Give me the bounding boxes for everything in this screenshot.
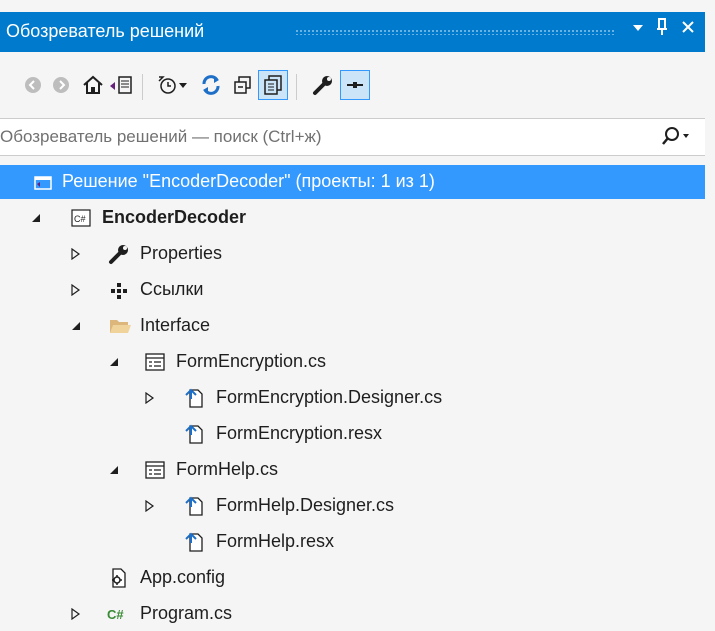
switch-views-icon[interactable]	[106, 70, 136, 100]
tree-item-label: FormHelp.Designer.cs	[216, 495, 395, 515]
tree-item-form-help-designer[interactable]: FormHelp.Designer.cs	[0, 489, 705, 523]
form-icon	[144, 459, 166, 481]
collapse-arrow-icon[interactable]	[30, 211, 42, 229]
tree-item-solution[interactable]: Решение "EncoderDecoder" (проекты: 1 из …	[0, 165, 705, 199]
tree-item-properties[interactable]: Properties	[0, 237, 705, 271]
csharp-file-icon: C#	[106, 603, 128, 625]
tree-item-app-config[interactable]: App.config	[0, 561, 705, 595]
toolbar-separator	[296, 74, 297, 100]
title-grip	[295, 29, 615, 35]
folder-open-icon	[108, 315, 131, 337]
form-icon	[144, 351, 166, 373]
wrench-icon	[108, 243, 130, 265]
search-input[interactable]: Обозреватель решений — поиск (Ctrl+ж)	[0, 127, 322, 147]
tree-item-label: FormEncryption.resx	[216, 423, 383, 443]
resx-file-icon	[184, 531, 206, 553]
expand-arrow-icon[interactable]	[70, 247, 82, 265]
designer-file-icon	[184, 495, 206, 517]
solution-icon	[32, 171, 54, 193]
forward-icon[interactable]	[46, 70, 76, 100]
tree-item-label: EncoderDecoder	[102, 207, 247, 227]
properties-icon[interactable]	[308, 70, 338, 100]
sync-icon[interactable]	[196, 70, 226, 100]
title-bar[interactable]: Обозреватель решений	[0, 12, 705, 52]
toolbar	[0, 62, 705, 112]
search-icon[interactable]	[660, 125, 690, 154]
tree-item-form-encryption[interactable]: FormEncryption.cs	[0, 345, 705, 379]
tree-item-references[interactable]: Ссылки	[0, 273, 705, 307]
toolbar-separator	[142, 74, 143, 100]
csharp-project-icon: C#	[70, 207, 92, 229]
tree-item-label: Properties	[140, 243, 223, 263]
tree-item-form-encryption-designer[interactable]: FormEncryption.Designer.cs	[0, 381, 705, 415]
config-file-icon	[108, 567, 130, 589]
dropdown-icon[interactable]	[176, 70, 190, 100]
pin-dropdown-icon[interactable]	[628, 18, 648, 39]
tree-item-label: Program.cs	[140, 603, 233, 623]
tree-item-label: FormHelp.cs	[176, 459, 279, 479]
window-title: Обозреватель решений	[6, 21, 205, 41]
tree-item-project[interactable]: C# EncoderDecoder	[0, 201, 705, 235]
collapse-arrow-icon[interactable]	[70, 319, 82, 337]
tree-item-label: FormEncryption.cs	[176, 351, 327, 371]
tree-item-folder-interface[interactable]: Interface	[0, 309, 705, 343]
pin-icon[interactable]	[652, 18, 672, 41]
tree-item-form-help-resx[interactable]: FormHelp.resx	[0, 525, 705, 559]
expand-arrow-icon[interactable]	[70, 283, 82, 301]
resx-file-icon	[184, 423, 206, 445]
show-all-files-icon[interactable]	[258, 70, 288, 100]
collapse-arrow-icon[interactable]	[108, 463, 120, 481]
tree-item-label: Ссылки	[140, 279, 204, 299]
preview-icon[interactable]	[340, 70, 370, 100]
references-icon	[108, 279, 130, 301]
tree-item-label: FormEncryption.Designer.cs	[216, 387, 443, 407]
svg-text:C#: C#	[74, 214, 86, 224]
collapse-arrow-icon[interactable]	[108, 355, 120, 373]
tree-item-program[interactable]: C# Program.cs	[0, 597, 705, 631]
tree-item-form-encryption-resx[interactable]: FormEncryption.resx	[0, 417, 705, 451]
collapse-all-icon[interactable]	[228, 70, 258, 100]
expand-arrow-icon[interactable]	[144, 499, 156, 517]
close-icon[interactable]	[678, 18, 698, 39]
svg-text:C#: C#	[107, 607, 124, 622]
expand-arrow-icon[interactable]	[144, 391, 156, 409]
back-icon[interactable]	[18, 70, 48, 100]
search-box[interactable]: Обозреватель решений — поиск (Ctrl+ж)	[0, 118, 705, 156]
tree-item-label: App.config	[140, 567, 226, 587]
tree-item-label: FormHelp.resx	[216, 531, 335, 551]
expand-arrow-icon[interactable]	[70, 607, 82, 625]
home-icon[interactable]	[78, 70, 108, 100]
tree-item-label: Решение "EncoderDecoder" (проекты: 1 из …	[62, 171, 435, 191]
tree-item-form-help[interactable]: FormHelp.cs	[0, 453, 705, 487]
tree-item-label: Interface	[140, 315, 211, 335]
designer-file-icon	[184, 387, 206, 409]
